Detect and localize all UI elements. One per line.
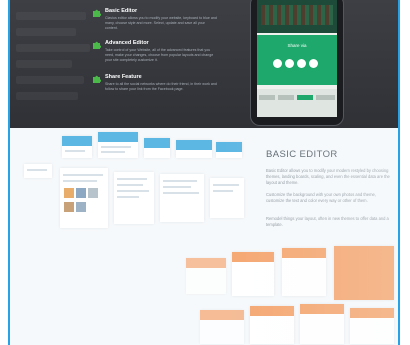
editor-screenshot: [232, 252, 274, 296]
basic-editor-section: BASIC EDITOR Basic Editor allows you to …: [10, 128, 398, 345]
editor-screenshot: [210, 178, 244, 218]
editor-screenshot: [216, 142, 242, 158]
editor-screenshot: [24, 164, 52, 178]
editor-screenshot: [200, 310, 244, 344]
toolbar-button[interactable]: [259, 95, 275, 100]
facebook-icon[interactable]: [273, 59, 282, 68]
page-margin-left: [0, 0, 8, 345]
editor-screenshot: [250, 306, 294, 344]
editor-screenshot: [160, 174, 204, 222]
twitter-icon[interactable]: [285, 59, 294, 68]
feature-title: Advanced Editor: [105, 40, 149, 46]
puzzle-icon: [93, 75, 102, 83]
puzzle-icon: [93, 9, 102, 17]
editor-screenshot: [334, 246, 394, 300]
feature-description: Share to all the social networks where d…: [105, 82, 217, 91]
email-icon[interactable]: [309, 59, 318, 68]
feature-title: Share Feature: [105, 74, 142, 80]
editor-screenshot: [300, 304, 344, 344]
section-title: BASIC EDITOR: [266, 149, 338, 160]
puzzle-icon: [93, 41, 102, 49]
editor-screenshot: [98, 132, 138, 158]
toolbar-button[interactable]: [316, 95, 335, 100]
editor-screenshot: [60, 168, 108, 228]
feature-description: Take control of your Website, all of the…: [105, 48, 214, 62]
app-header-image: [257, 0, 337, 33]
editor-screenshot: [176, 140, 212, 158]
toolbar-button-active[interactable]: [297, 95, 313, 100]
feature-title: Basic Editor: [105, 8, 138, 14]
section-paragraph: Basic Editor allows you to modify your m…: [266, 168, 390, 185]
editor-screenshot: [62, 136, 92, 158]
share-title: Share via: [287, 43, 307, 48]
editor-screenshot: [144, 138, 170, 158]
toolbar-button[interactable]: [278, 95, 294, 100]
feature-description: Clavius editor allows you to modify your…: [105, 16, 217, 30]
editor-screenshot: [114, 172, 154, 224]
section-paragraph: Remodel things your layout, often in new…: [266, 216, 389, 227]
webpage-frame: Basic Editor Clavius editor allows you t…: [8, 0, 400, 345]
phone-mockup: Share via: [250, 0, 344, 126]
section-paragraph: Customize the background with your own p…: [266, 192, 376, 203]
editor-screenshot: [350, 308, 394, 344]
google-plus-icon[interactable]: [297, 59, 306, 68]
app-toolbar: [257, 89, 337, 117]
page-margin-right: [402, 0, 410, 345]
editor-screenshot: [186, 258, 226, 294]
background-ghost-ui: [10, 0, 96, 128]
editor-screenshot: [282, 248, 326, 296]
phone-screen: Share via: [257, 0, 337, 117]
share-panel: Share via: [257, 35, 337, 85]
features-section: Basic Editor Clavius editor allows you t…: [10, 0, 398, 128]
